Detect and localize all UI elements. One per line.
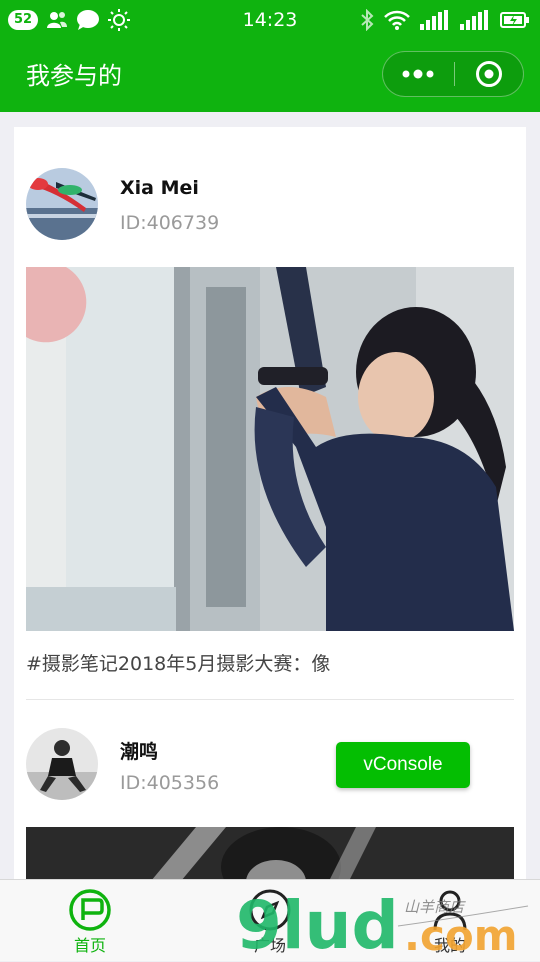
signal-icon — [460, 10, 488, 30]
mini-program-capsule — [382, 51, 524, 97]
post-photo-image — [26, 827, 514, 887]
post-photo[interactable] — [26, 267, 514, 631]
more-button[interactable] — [383, 52, 453, 96]
tab-home[interactable]: 首页 — [0, 880, 180, 961]
close-button[interactable] — [455, 52, 523, 96]
nav-bar: 我参与的 — [0, 40, 540, 112]
tab-plaza-label: 广场 — [253, 936, 286, 955]
tab-mine[interactable]: 我的 — [360, 880, 540, 961]
post-author-name: 潮鸣 — [120, 741, 159, 763]
bluetooth-icon — [361, 9, 374, 31]
vconsole-button[interactable]: vConsole — [336, 742, 470, 788]
avatar[interactable] — [26, 728, 98, 800]
post-author-id: ID:405356 — [120, 772, 220, 794]
person-icon — [433, 890, 467, 931]
post-photo-image — [26, 267, 514, 631]
tab-home-label: 首页 — [73, 936, 106, 955]
battery-icon — [500, 12, 529, 28]
target-circle-icon — [476, 61, 502, 87]
status-right — [360, 8, 530, 32]
signal-icon — [420, 10, 448, 30]
tab-mine-label: 我的 — [433, 936, 466, 955]
tab-bar: 首页 广场 我的 — [0, 879, 540, 961]
home-flag-icon — [69, 889, 111, 931]
page-title: 我参与的 — [26, 62, 122, 90]
avatar[interactable] — [26, 168, 98, 240]
more-dots-icon — [402, 69, 434, 79]
tab-plaza[interactable]: 广场 — [180, 880, 360, 961]
avatar-image — [26, 168, 98, 240]
avatar-image — [26, 728, 98, 800]
post-author-id: ID:406739 — [120, 212, 220, 234]
post-divider — [26, 699, 514, 700]
status-bar: 52 14:23 — [0, 0, 540, 40]
post-photo[interactable] — [26, 827, 514, 887]
post-author-name: Xia Mei — [120, 177, 199, 199]
post-caption: #摄影笔记2018年5月摄影大赛：像 — [26, 653, 331, 675]
compass-icon — [249, 889, 291, 931]
wifi-icon — [384, 10, 410, 30]
